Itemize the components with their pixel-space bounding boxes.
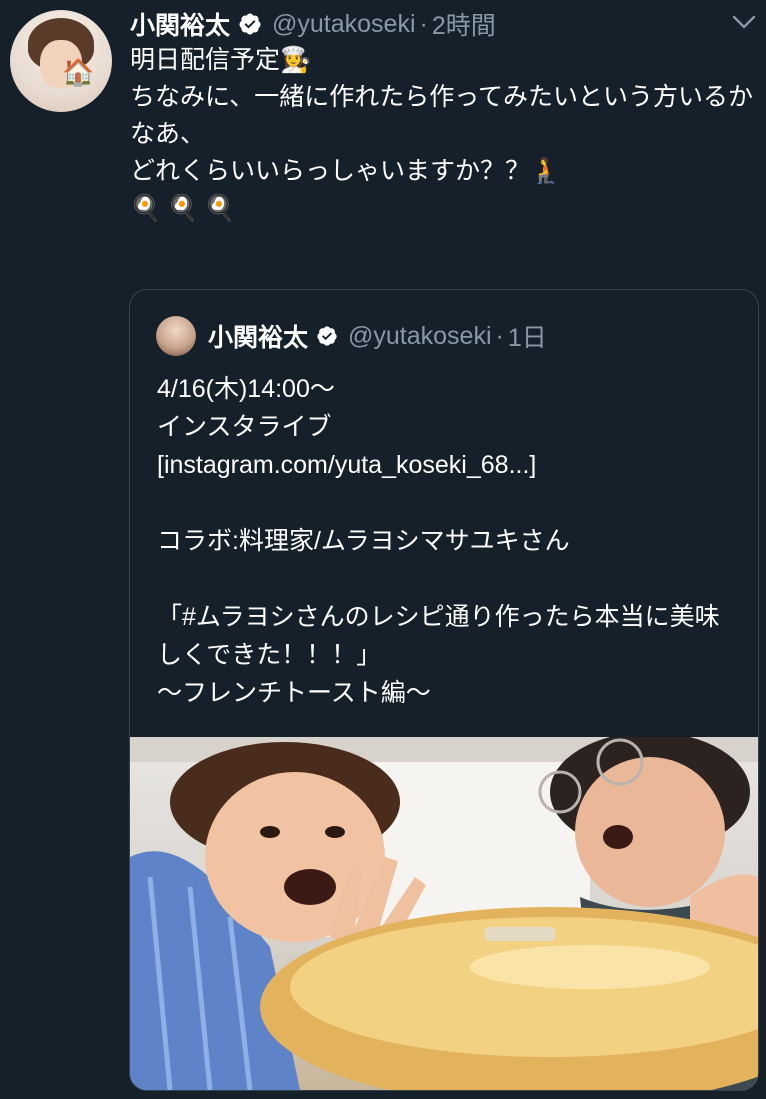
quoted-author-handle: @yutakoseki xyxy=(348,321,492,350)
verified-badge-icon xyxy=(317,326,337,346)
separator-dot: · xyxy=(495,321,504,350)
tweet-text-line: ちなみに、一緒に作れたら作ってみたいという方いるかなあ、 xyxy=(130,83,754,148)
separator-dot: · xyxy=(419,9,428,38)
quoted-tweet-photo[interactable] xyxy=(130,737,758,1090)
tweet-body: 明日配信予定👩‍🍳 ちなみに、一緒に作れたら作ってみたいという方いるかなあ、 ど… xyxy=(130,42,755,227)
tweet-text-line: 明日配信予定👩‍🍳 xyxy=(130,46,312,74)
quoted-tweet-header: 小関裕太 @yutakoseki · 1日 xyxy=(156,316,547,356)
tweet-text-line: どれくらいいらっしゃいますか？？🧎 xyxy=(130,157,562,185)
frying-pan-emoji-line: 🍳🍳🍳 xyxy=(130,194,242,222)
quoted-link[interactable]: [instagram.com/yuta_koseki_68...] xyxy=(157,446,737,484)
author-avatar[interactable]: 🏠 xyxy=(10,10,112,112)
author-name[interactable]: 小関裕太 xyxy=(130,6,230,42)
quoted-text-line: 4/16(木)14:00〜 xyxy=(157,375,335,403)
photo-illustration xyxy=(130,737,758,1090)
verified-badge-icon xyxy=(239,13,261,35)
quoted-text-line: 「#ムラヨシさんのレシピ通り作ったら本当に美味しくできた！！！」 xyxy=(157,603,720,669)
quoted-tweet[interactable]: 小関裕太 @yutakoseki · 1日 4/16(木)14:00〜 インスタ… xyxy=(129,289,759,1091)
tweet-header: 小関裕太 @yutakoseki · 2時間 xyxy=(130,4,496,44)
quoted-text-line: インスタライブ xyxy=(157,413,332,441)
quoted-text-line: 〜フレンチトースト編〜 xyxy=(157,679,431,707)
tweet-timestamp[interactable]: 2時間 xyxy=(432,6,496,42)
quoted-text-line: コラボ:料理家/ムラヨシマサユキさん xyxy=(157,527,570,555)
quoted-tweet-body: 4/16(木)14:00〜 インスタライブ [instagram.com/yut… xyxy=(157,370,737,712)
quoted-author-avatar xyxy=(156,316,196,356)
quoted-tweet-timestamp: 1日 xyxy=(507,324,547,352)
tweet[interactable]: 🏠 小関裕太 @yutakoseki · 2時間 明日配信予定👩‍🍳 ちなみに、… xyxy=(0,0,766,1099)
author-handle[interactable]: @yutakoseki xyxy=(272,10,416,39)
chevron-down-icon[interactable] xyxy=(732,12,756,32)
house-icon: 🏠 xyxy=(62,57,95,87)
quoted-author-name: 小関裕太 xyxy=(208,324,309,352)
